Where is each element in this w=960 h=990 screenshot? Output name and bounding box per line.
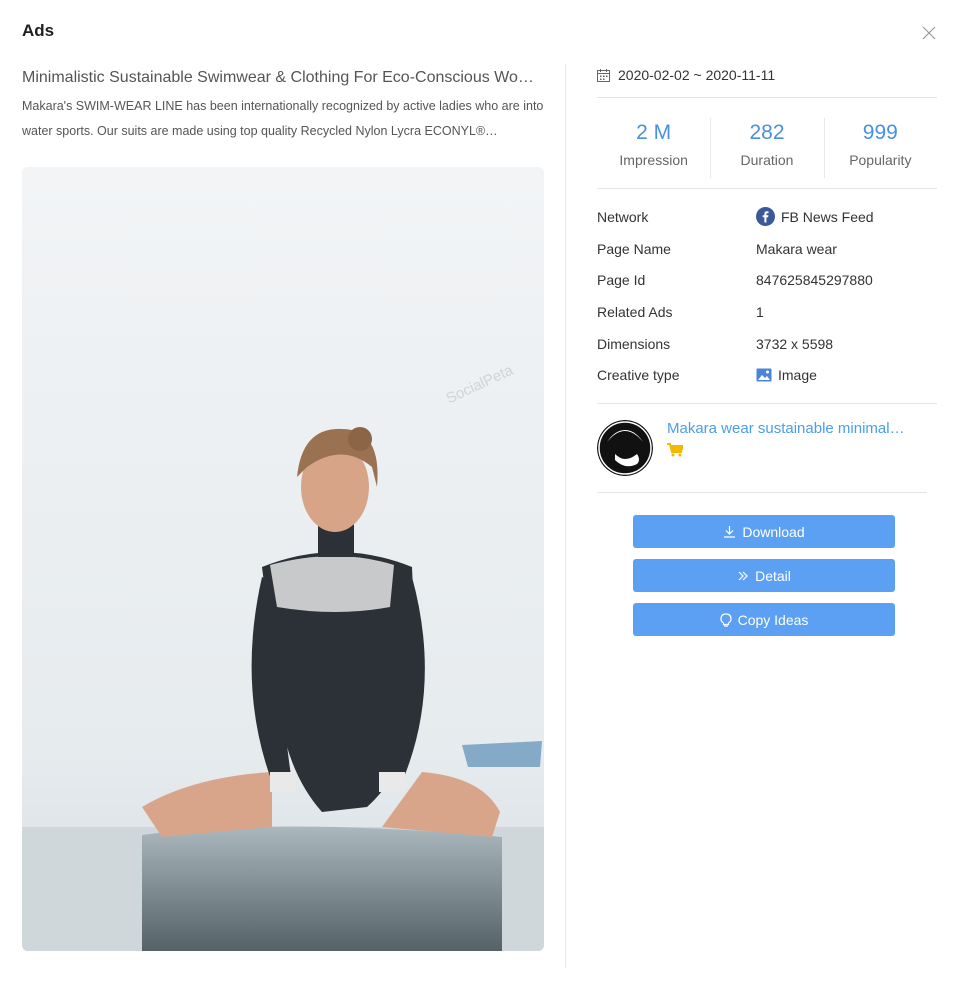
chevron-double-right-icon [738, 571, 748, 580]
info-key: Page Name [597, 240, 671, 257]
detail-label: Detail [755, 567, 791, 584]
detail-button[interactable]: Detail [633, 559, 895, 592]
stat-value: 999 [862, 121, 898, 144]
column-divider [565, 64, 566, 968]
divider [597, 492, 927, 494]
calendar-icon [597, 68, 610, 82]
info-key: Dimensions [597, 335, 671, 352]
close-icon[interactable] [920, 24, 938, 42]
creative-photo: SocialPeta [22, 167, 544, 951]
advertiser-card: Makara wear sustainable minimalistic swi… [597, 404, 937, 492]
info-value: 1 [756, 303, 764, 320]
stat-label: Impression [619, 152, 688, 168]
info-row-network: Network FB News Feed [597, 201, 937, 233]
info-value: 847625845297880 [756, 272, 873, 289]
info-value: FB News Feed [756, 207, 874, 227]
info-key: Related Ads [597, 303, 673, 320]
ad-description: Makara's SWIM-WEAR LINE has been interna… [22, 99, 544, 138]
stat-label: Popularity [849, 152, 912, 168]
date-range: 2020-02-02 ~ 2020-11-11 [618, 67, 776, 83]
copy-ideas-button[interactable]: Copy Ideas [633, 603, 895, 636]
info-key: Page Id [597, 272, 646, 289]
info-key: Network [597, 208, 649, 225]
date-range-row: 2020-02-02 ~ 2020-11-11 [597, 64, 937, 86]
ad-title: Minimalistic Sustainable Swimwear & Clot… [22, 69, 544, 86]
info-value: Makara wear [756, 240, 837, 257]
info-value: Image [756, 367, 817, 383]
stat-label: Duration [740, 152, 794, 168]
stat-popularity: 999 Popularity [823, 118, 937, 178]
stat-value: 282 [749, 121, 785, 144]
ad-creative-image[interactable]: SocialPeta [22, 167, 544, 951]
download-button[interactable]: Download [633, 515, 895, 548]
ad-info-panel: 2020-02-02 ~ 2020-11-11 2 M Impression 2… [597, 64, 937, 494]
advertiser-info: Makara wear sustainable minimalistic swi… [667, 420, 907, 462]
info-row-page-id: Page Id 847625845297880 [597, 264, 937, 296]
advertiser-name-link[interactable]: Makara wear sustainable minimalistic swi… [667, 420, 907, 437]
copy-ideas-label: Copy Ideas [737, 611, 809, 628]
info-table: Network FB News Feed Page Name Makara we… [597, 189, 937, 403]
stat-duration: 282 Duration [710, 118, 823, 178]
stat-impression: 2 M Impression [597, 118, 710, 168]
download-label: Download [742, 523, 805, 540]
shopping-cart-icon [667, 443, 907, 462]
avatar[interactable] [597, 420, 653, 477]
ad-detail-modal: Ads Minimalistic Sustainable Swimwear & … [0, 0, 960, 990]
creative-type-value: Image [778, 367, 817, 384]
info-row-dimensions: Dimensions 3732 x 5598 [597, 328, 937, 360]
info-row-creative-type: Creative type Image [597, 359, 937, 391]
lightbulb-icon [719, 612, 732, 627]
info-row-related-ads: Related Ads 1 [597, 296, 937, 328]
download-icon [724, 526, 736, 538]
network-value: FB News Feed [781, 208, 874, 225]
info-value: 3732 x 5598 [756, 335, 834, 352]
stat-value: 2 M [636, 121, 672, 144]
image-icon [756, 368, 772, 382]
info-key: Creative type [597, 367, 680, 384]
info-row-page-name: Page Name Makara wear [597, 233, 937, 265]
facebook-icon [756, 207, 775, 227]
stats-row: 2 M Impression 282 Duration 999 Populari… [597, 98, 937, 188]
action-buttons: Download Detail Copy Ideas [633, 515, 895, 647]
modal-title: Ads [22, 21, 55, 40]
ad-text-section: Minimalistic Sustainable Swimwear & Clot… [22, 66, 544, 144]
